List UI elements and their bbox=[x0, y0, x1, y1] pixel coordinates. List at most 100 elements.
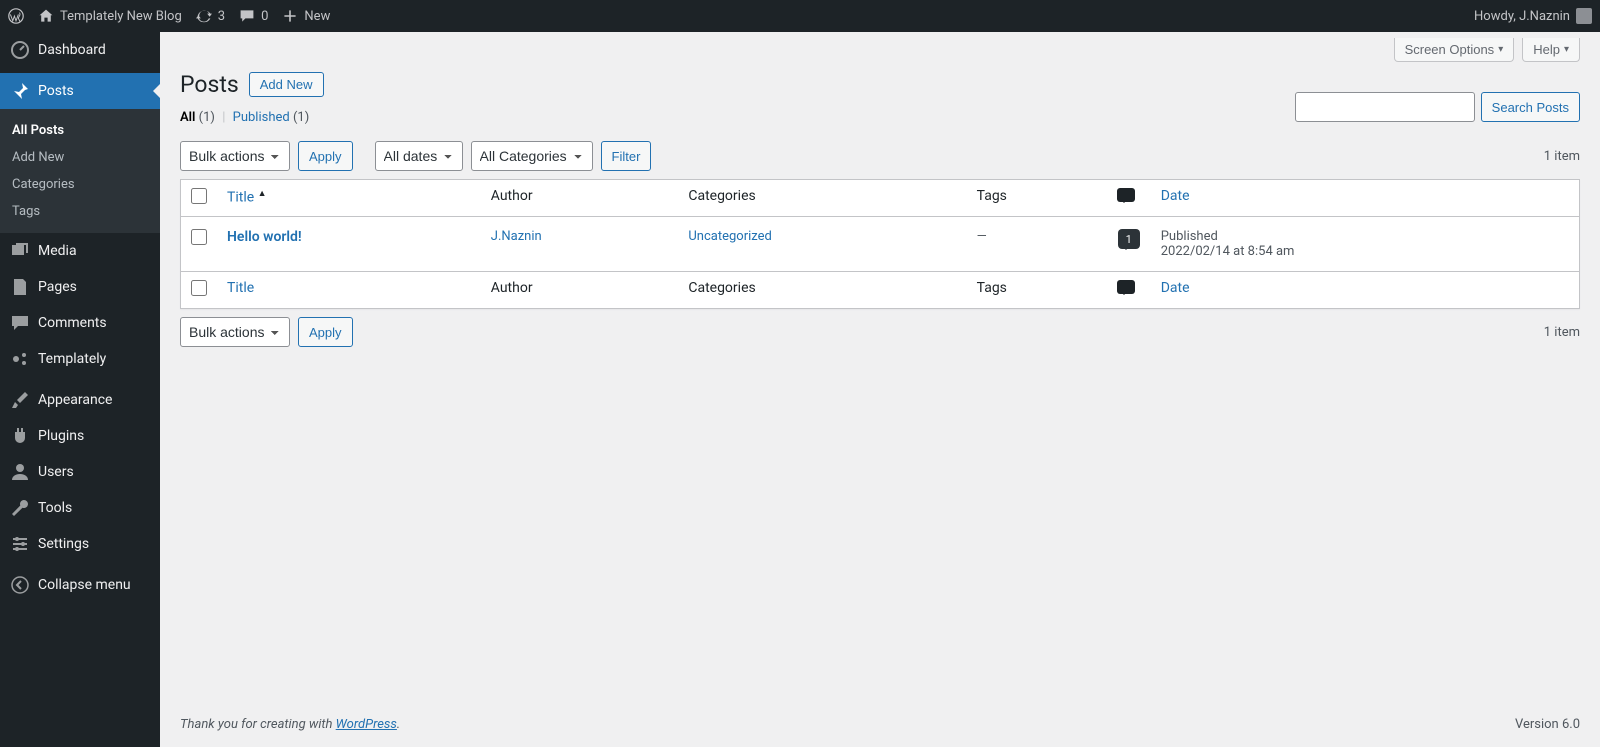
apply-button-bottom[interactable]: Apply bbox=[298, 317, 353, 347]
table-row: Hello world! J.Naznin Uncategorized — 1 … bbox=[181, 217, 1579, 271]
menu-label: Tools bbox=[38, 500, 72, 516]
row-checkbox[interactable] bbox=[191, 229, 207, 245]
row-title-link[interactable]: Hello world! bbox=[227, 229, 302, 245]
category-filter-select[interactable]: All Categories bbox=[471, 141, 593, 171]
screen-meta-links: Screen Options Help bbox=[160, 32, 1600, 62]
menu-settings[interactable]: Settings bbox=[0, 526, 160, 562]
submenu-categories[interactable]: Categories bbox=[0, 171, 160, 198]
site-link[interactable]: Templately New Blog bbox=[38, 8, 182, 24]
view-published[interactable]: Published bbox=[233, 110, 290, 125]
search-posts-button[interactable]: Search Posts bbox=[1481, 92, 1580, 122]
menu-collapse[interactable]: Collapse menu bbox=[0, 567, 160, 603]
new-link[interactable]: New bbox=[282, 8, 330, 24]
row-category-link[interactable]: Uncategorized bbox=[688, 229, 771, 244]
comment-icon bbox=[1117, 280, 1135, 294]
col-title-foot[interactable]: Title bbox=[217, 271, 481, 308]
col-date[interactable]: Date bbox=[1151, 180, 1579, 217]
bulk-actions-select-bottom[interactable]: Bulk actions bbox=[180, 317, 290, 347]
content-area: Screen Options Help Posts Add New Search… bbox=[160, 32, 1600, 747]
search-input[interactable] bbox=[1295, 92, 1475, 122]
page-title: Posts bbox=[180, 71, 239, 98]
admin-sidebar: Dashboard Posts All Posts Add New Catego… bbox=[0, 32, 160, 747]
menu-comments[interactable]: Comments bbox=[0, 305, 160, 341]
site-name: Templately New Blog bbox=[60, 9, 182, 24]
comment-icon bbox=[239, 8, 255, 24]
menu-appearance[interactable]: Appearance bbox=[0, 382, 160, 418]
menu-label: Comments bbox=[38, 315, 107, 331]
menu-templately[interactable]: Templately bbox=[0, 341, 160, 377]
templately-icon bbox=[10, 349, 30, 369]
admin-footer: Thank you for creating with WordPress. V… bbox=[160, 702, 1600, 747]
admin-bar-left: Templately New Blog 3 0 New bbox=[8, 8, 330, 24]
menu-posts[interactable]: Posts bbox=[0, 73, 160, 109]
row-date: Published 2022/02/14 at 8:54 am bbox=[1151, 217, 1579, 271]
pin-icon bbox=[10, 81, 30, 101]
help-button[interactable]: Help bbox=[1522, 38, 1580, 62]
submenu-tags[interactable]: Tags bbox=[0, 198, 160, 225]
col-author-foot[interactable]: Author bbox=[481, 271, 679, 308]
avatar bbox=[1576, 8, 1592, 24]
select-all-top[interactable] bbox=[191, 188, 207, 204]
row-comment-count[interactable]: 1 bbox=[1118, 229, 1140, 249]
select-all-bottom[interactable] bbox=[191, 280, 207, 296]
menu-pages[interactable]: Pages bbox=[0, 269, 160, 305]
submenu-add-new[interactable]: Add New bbox=[0, 144, 160, 171]
view-all-count: (1) bbox=[199, 110, 215, 125]
menu-label: Posts bbox=[38, 83, 74, 99]
wp-logo[interactable] bbox=[8, 8, 24, 24]
item-count-top: 1 item bbox=[1544, 149, 1580, 164]
screen-options-button[interactable]: Screen Options bbox=[1394, 38, 1515, 62]
sort-asc-icon: ▲ bbox=[258, 189, 267, 199]
plus-icon bbox=[282, 8, 298, 24]
update-icon bbox=[196, 8, 212, 24]
menu-dashboard[interactable]: Dashboard bbox=[0, 32, 160, 68]
media-icon bbox=[10, 241, 30, 261]
add-new-button[interactable]: Add New bbox=[249, 72, 324, 97]
col-author[interactable]: Author bbox=[481, 180, 679, 217]
submenu-posts: All Posts Add New Categories Tags bbox=[0, 109, 160, 233]
comments-link[interactable]: 0 bbox=[239, 8, 268, 24]
collapse-icon bbox=[10, 575, 30, 595]
wordpress-link[interactable]: WordPress bbox=[336, 717, 397, 732]
posts-table: Title ▲ Author Categories Tags Date Hell… bbox=[180, 179, 1580, 309]
adminbar-comments-count: 0 bbox=[261, 9, 268, 24]
menu-label: Settings bbox=[38, 536, 89, 552]
menu-label: Templately bbox=[38, 351, 106, 367]
plugin-icon bbox=[10, 426, 30, 446]
submenu-all-posts[interactable]: All Posts bbox=[0, 117, 160, 144]
admin-bar: Templately New Blog 3 0 New Howdy, J.Naz… bbox=[0, 0, 1600, 32]
tablenav-top: Bulk actions Apply All dates All Categor… bbox=[160, 133, 1600, 179]
footer-version: Version 6.0 bbox=[1515, 717, 1580, 732]
col-categories: Categories bbox=[678, 180, 966, 217]
view-all[interactable]: All bbox=[180, 110, 195, 125]
date-filter-select[interactable]: All dates bbox=[375, 141, 463, 171]
menu-label: Appearance bbox=[38, 392, 112, 408]
tablenav-bottom: Bulk actions Apply 1 item bbox=[160, 309, 1600, 355]
bulk-actions-select-top[interactable]: Bulk actions bbox=[180, 141, 290, 171]
updates-link[interactable]: 3 bbox=[196, 8, 225, 24]
menu-plugins[interactable]: Plugins bbox=[0, 418, 160, 454]
row-author-link[interactable]: J.Naznin bbox=[491, 229, 542, 244]
menu-label: Dashboard bbox=[38, 42, 106, 58]
admin-bar-right: Howdy, J.Naznin bbox=[1474, 8, 1592, 24]
col-comments-foot[interactable] bbox=[1107, 271, 1151, 308]
menu-label: Plugins bbox=[38, 428, 84, 444]
comment-icon bbox=[1117, 188, 1135, 202]
col-comments[interactable] bbox=[1107, 180, 1151, 217]
col-date-foot[interactable]: Date bbox=[1151, 271, 1579, 308]
menu-users[interactable]: Users bbox=[0, 454, 160, 490]
col-checkbox-foot bbox=[181, 271, 217, 308]
menu-tools[interactable]: Tools bbox=[0, 490, 160, 526]
wordpress-icon bbox=[8, 8, 24, 24]
menu-media[interactable]: Media bbox=[0, 233, 160, 269]
row-tags: — bbox=[967, 217, 1107, 271]
user-icon bbox=[10, 462, 30, 482]
col-title[interactable]: Title ▲ bbox=[217, 180, 481, 217]
account-link[interactable]: Howdy, J.Naznin bbox=[1474, 8, 1592, 24]
comment-icon bbox=[10, 313, 30, 333]
dashboard-icon bbox=[10, 40, 30, 60]
apply-button-top[interactable]: Apply bbox=[298, 141, 353, 171]
col-checkbox bbox=[181, 180, 217, 217]
new-label: New bbox=[304, 9, 330, 24]
filter-button[interactable]: Filter bbox=[601, 141, 652, 171]
